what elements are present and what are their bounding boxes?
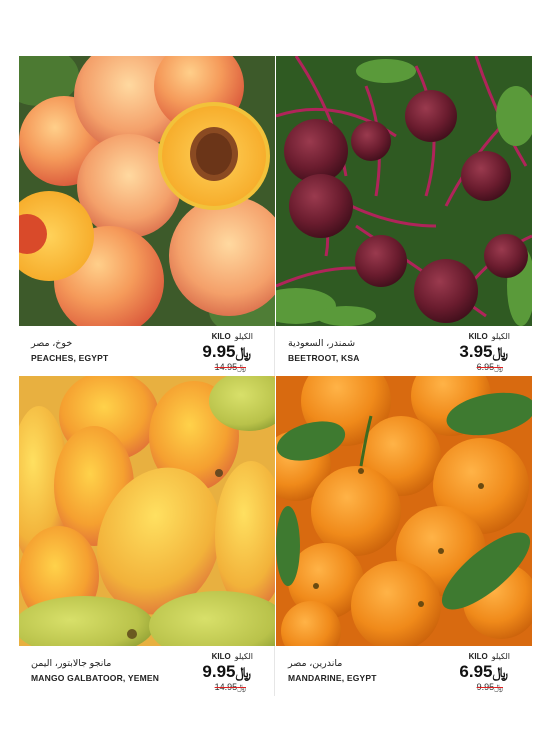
price-value: 6.95 <box>459 662 493 681</box>
old-price: ﷼9.95 <box>477 682 504 693</box>
product-name-en: PEACHES, EGYPT <box>31 353 109 363</box>
unit-label: KILO الكيلو <box>469 332 510 341</box>
riyal-icon: ﷼ <box>492 344 509 360</box>
riyal-icon: ﷼ <box>235 344 252 360</box>
beetroot-photo <box>276 56 532 326</box>
riyal-icon: ﷼ <box>494 363 503 372</box>
old-price-value: 9.95 <box>476 682 495 692</box>
product-name-en: MANDARINE, EGYPT <box>288 673 377 683</box>
product-card-peaches[interactable]: خوخ، مصر PEACHES, EGYPT KILO الكيلو ﷼9.95… <box>19 56 275 376</box>
unit-en: KILO <box>211 332 231 341</box>
unit-en: KILO <box>468 332 488 341</box>
unit-ar: الكيلو <box>234 652 253 661</box>
old-price-value: 6.95 <box>476 362 495 372</box>
old-price-value: 14.95 <box>214 362 238 372</box>
old-price: ﷼14.95 <box>215 682 247 693</box>
current-price: ﷼3.95 <box>459 342 510 362</box>
product-name-ar: مانجو جالابتور، اليمن <box>31 658 112 669</box>
current-price: ﷼9.95 <box>202 662 253 682</box>
unit-label: KILO الكيلو <box>469 652 510 661</box>
peaches-photo <box>19 56 275 326</box>
price-value: 9.95 <box>202 662 236 681</box>
unit-ar: الكيلو <box>234 332 253 341</box>
riyal-icon: ﷼ <box>494 683 503 692</box>
riyal-icon: ﷼ <box>492 664 509 680</box>
riyal-icon: ﷼ <box>237 363 246 372</box>
riyal-icon: ﷼ <box>237 683 246 692</box>
old-price-value: 14.95 <box>214 682 238 692</box>
product-name-ar: شمندر، السعودية <box>288 338 356 349</box>
mandarine-photo <box>276 376 532 646</box>
old-price: ﷼14.95 <box>215 362 247 373</box>
price-value: 3.95 <box>459 342 493 361</box>
old-price: ﷼6.95 <box>477 362 504 373</box>
product-name-ar: ماندرين، مصر <box>288 658 343 669</box>
current-price: ﷼9.95 <box>202 342 253 362</box>
current-price: ﷼6.95 <box>459 662 510 682</box>
product-name-ar: خوخ، مصر <box>31 338 73 349</box>
price-value: 9.95 <box>202 342 236 361</box>
unit-label: KILO الكيلو <box>212 652 253 661</box>
product-card-beetroot[interactable]: شمندر، السعودية BEETROOT, KSA KILO الكيلو… <box>276 56 532 376</box>
riyal-icon: ﷼ <box>235 664 252 680</box>
unit-ar: الكيلو <box>491 332 510 341</box>
product-name-en: MANGO GALBATOOR, YEMEN <box>31 673 160 683</box>
product-card-mandarine[interactable]: ماندرين، مصر MANDARINE, EGYPT KILO الكيلو… <box>276 376 532 696</box>
unit-ar: الكيلو <box>491 652 510 661</box>
product-name-en: BEETROOT, KSA <box>288 353 360 363</box>
mango-photo <box>19 376 275 646</box>
unit-en: KILO <box>468 652 488 661</box>
unit-label: KILO الكيلو <box>212 332 253 341</box>
unit-en: KILO <box>211 652 231 661</box>
product-card-mango[interactable]: مانجو جالابتور، اليمن MANGO GALBATOOR, Y… <box>19 376 275 696</box>
